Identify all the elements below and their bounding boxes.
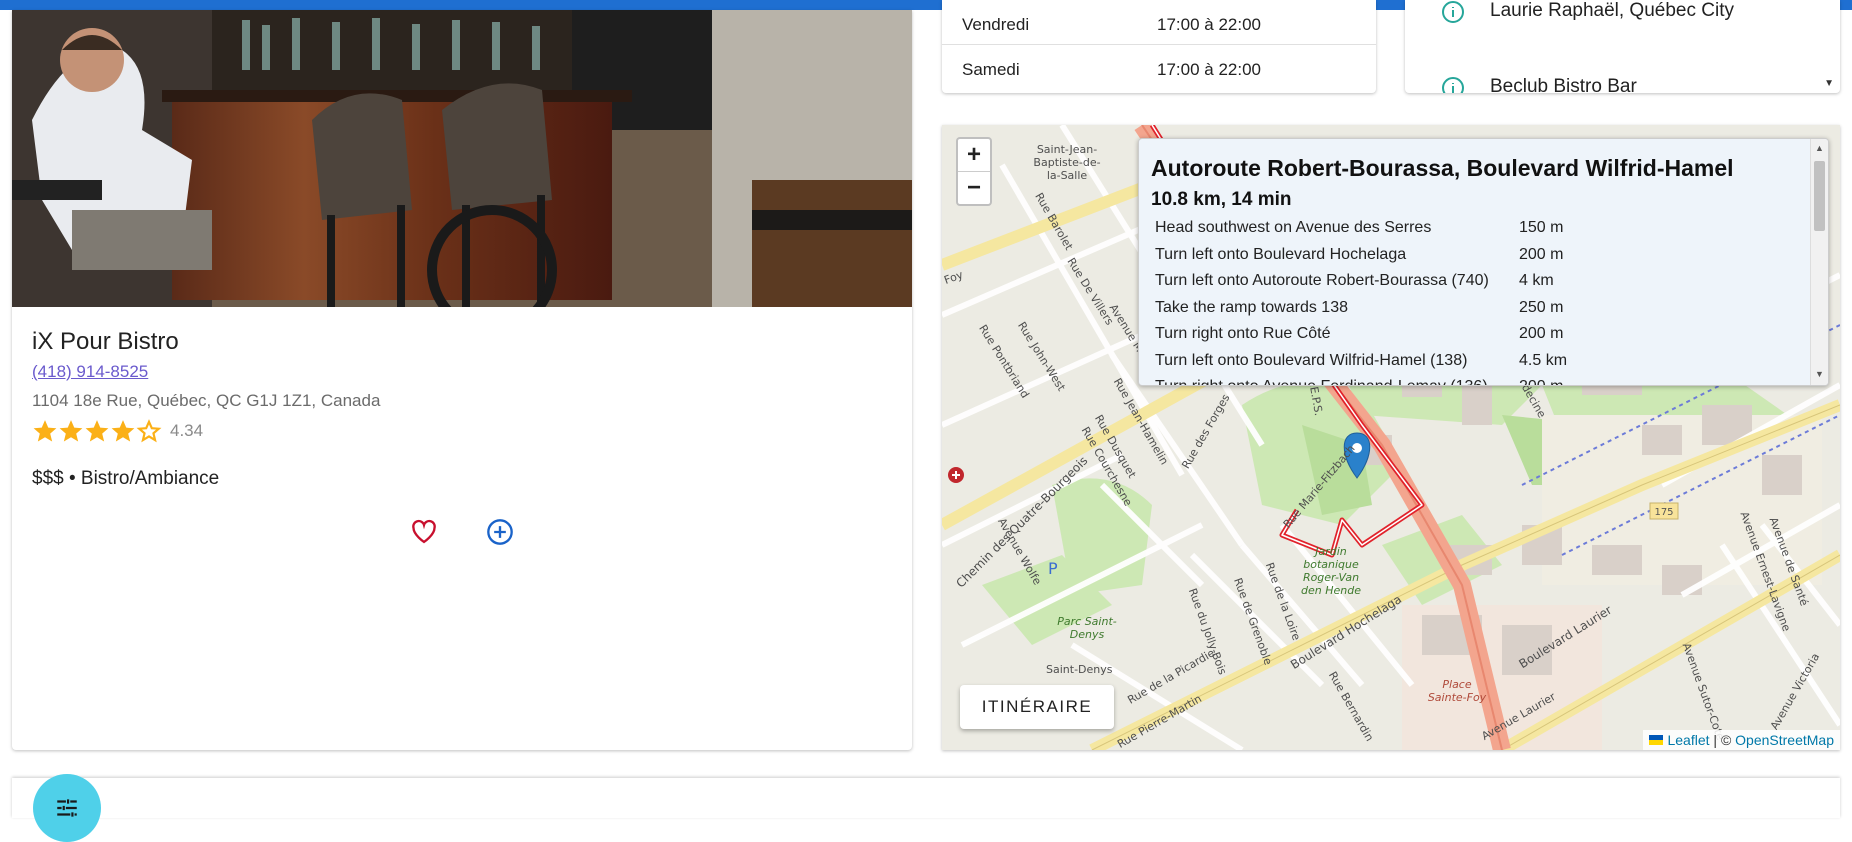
route-steps: Head southwest on Avenue des Serres 150 … (1155, 219, 1775, 385)
scrollbar-thumb[interactable] (1814, 161, 1825, 231)
ukraine-flag-icon (1649, 735, 1664, 745)
map-attribution: Leaflet | © OpenStreetMap (1643, 730, 1840, 750)
step-distance: 250 m (1519, 298, 1564, 316)
scroll-up-arrow-icon[interactable]: ▲ (1815, 143, 1824, 153)
route-step[interactable]: Turn left onto Boulevard Hochelaga 200 m (1155, 246, 1775, 273)
itinerary-button[interactable]: ITINÉRAIRE (960, 685, 1114, 729)
step-distance: 200 m (1519, 245, 1564, 263)
step-instruction: Turn right onto Rue Côté (1155, 325, 1331, 342)
step-distance: 200 m (1519, 325, 1564, 342)
star-filled-icon (111, 420, 135, 442)
route-summary: 10.8 km, 14 min (1151, 189, 1292, 210)
restaurant-card: iX Pour Bistro (418) 914-8525 1104 18e R… (12, 10, 912, 750)
hours-day: Vendredi (962, 15, 1030, 34)
svg-text:P: P (1048, 559, 1058, 578)
star-rating: 4.34 (32, 418, 203, 444)
openstreetmap-link[interactable]: OpenStreetMap (1735, 730, 1834, 750)
add-to-list-button[interactable] (480, 512, 520, 552)
info-icon (1442, 77, 1464, 93)
route-step[interactable]: Turn right onto Rue Côté 200 m (1155, 325, 1775, 352)
map-view[interactable]: 175 P P Saint-Jean-Baptiste-de-la-Salle … (942, 125, 1840, 750)
hours-time: 17:00 à 22:00 (1157, 15, 1261, 34)
step-distance: 4.5 km (1519, 351, 1568, 369)
scroll-down-arrow-icon[interactable]: ▼ (1824, 78, 1834, 89)
star-filled-icon (59, 420, 83, 442)
favorite-button[interactable] (404, 512, 444, 552)
step-instruction: Turn left onto Boulevard Hochelaga (1155, 245, 1407, 263)
restaurant-name: iX Pour Bistro (32, 328, 179, 355)
restaurant-address: 1104 18e Rue, Québec, QC G1J 1Z1, Canada (32, 391, 381, 410)
hours-row: Vendredi 17:00 à 22:00 (942, 0, 1376, 45)
scroll-down-arrow-icon[interactable]: ▼ (1815, 369, 1824, 379)
step-distance: 200 m (1519, 378, 1563, 385)
star-outline-icon (136, 419, 162, 443)
route-directions-panel[interactable]: Autoroute Robert-Bourassa, Boulevard Wil… (1138, 138, 1829, 386)
phone-link[interactable]: (418) 914-8525 (32, 362, 148, 382)
star-filled-icon (85, 420, 109, 442)
route-panel-scrollbar[interactable]: ▲ ▼ (1810, 139, 1828, 385)
similar-restaurants-list: Laurie Raphaël, Québec City Beclub Bistr… (1405, 0, 1840, 93)
bottom-panel (12, 778, 1840, 818)
zoom-in-button[interactable]: + (958, 139, 990, 172)
similar-restaurant-item[interactable]: Laurie Raphaël, Québec City (1405, 0, 1825, 38)
hours-row: Samedi 17:00 à 22:00 (942, 45, 1376, 89)
step-instruction: Turn right onto Avenue Ferdinand-Lemay (… (1155, 378, 1488, 385)
similar-restaurant-item[interactable]: Beclub Bistro Bar (1405, 74, 1825, 93)
zoom-control: + − (956, 137, 992, 206)
price-category: $$$ • Bistro/Ambiance (32, 468, 220, 489)
step-instruction: Turn left onto Autoroute Robert-Bourassa… (1155, 272, 1489, 289)
similar-restaurant-label: Beclub Bistro Bar (1490, 76, 1637, 93)
info-icon (1442, 1, 1464, 23)
plus-circle-icon (487, 519, 513, 545)
route-step[interactable]: Turn left onto Boulevard Wilfrid-Hamel (… (1155, 352, 1775, 379)
similar-restaurant-label: Laurie Raphaël, Québec City (1490, 0, 1734, 21)
heart-icon (412, 519, 436, 544)
filter-fab-button[interactable] (33, 774, 101, 842)
attribution-separator: | © (1709, 732, 1736, 748)
route-step[interactable]: Take the ramp towards 138 250 m (1155, 299, 1775, 326)
step-instruction: Take the ramp towards 138 (1155, 298, 1348, 316)
route-step[interactable]: Turn left onto Autoroute Robert-Bourassa… (1155, 272, 1775, 299)
route-step[interactable]: Turn right onto Avenue Ferdinand-Lemay (… (1155, 378, 1775, 385)
step-instruction: Head southwest on Avenue des Serres (1155, 219, 1432, 236)
step-distance: 4 km (1519, 272, 1554, 289)
route-step[interactable]: Head southwest on Avenue des Serres 150 … (1155, 219, 1775, 246)
star-filled-icon (33, 420, 57, 442)
rating-value: 4.34 (170, 421, 204, 440)
leaflet-link[interactable]: Leaflet (1667, 730, 1709, 750)
zoom-out-button[interactable]: − (958, 172, 990, 204)
step-distance: 150 m (1519, 219, 1564, 236)
route-title: Autoroute Robert-Bourassa, Boulevard Wil… (1151, 155, 1734, 181)
opening-hours-table: Vendredi 17:00 à 22:00 Samedi 17:00 à 22… (942, 0, 1376, 93)
step-instruction: Turn left onto Boulevard Wilfrid-Hamel (… (1155, 351, 1468, 369)
hours-day: Samedi (962, 60, 1020, 79)
restaurant-photo (12, 10, 912, 307)
filter-sliders-icon (57, 799, 77, 817)
svg-text:175: 175 (1654, 507, 1673, 518)
hours-time: 17:00 à 22:00 (1157, 60, 1261, 79)
